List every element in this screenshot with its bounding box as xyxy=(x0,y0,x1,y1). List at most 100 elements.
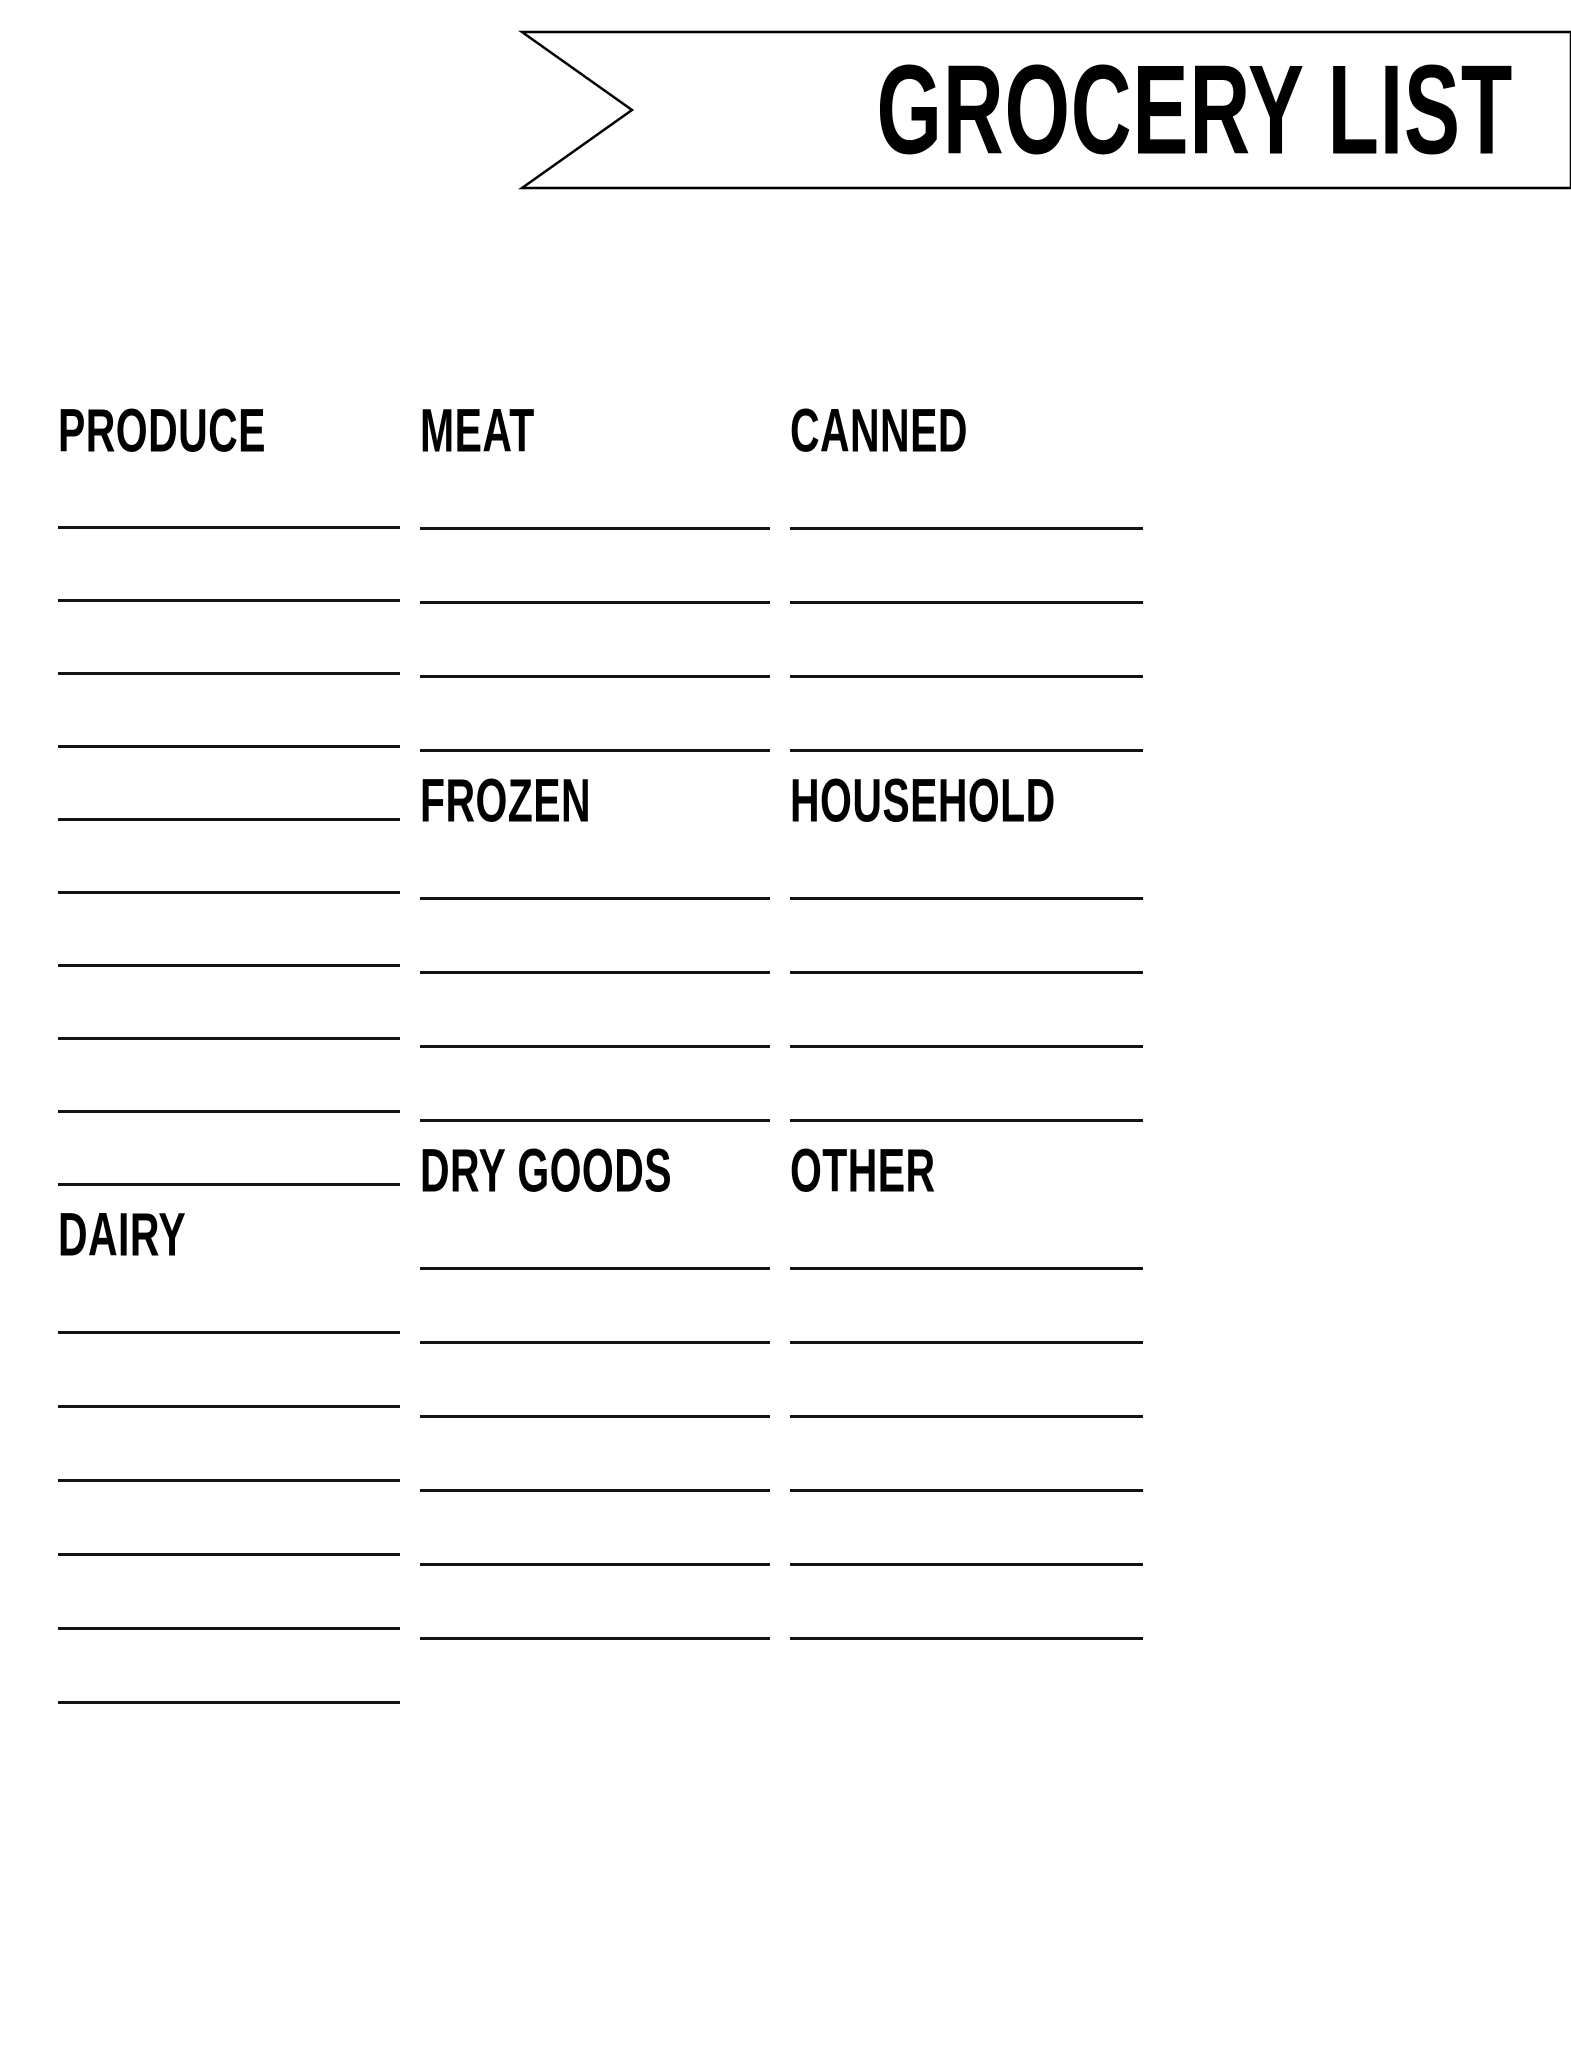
write-line-slot[interactable] xyxy=(790,1048,1143,1122)
write-line-slot[interactable] xyxy=(790,1270,1143,1344)
write-line[interactable] xyxy=(58,1405,400,1408)
write-line[interactable] xyxy=(58,526,400,529)
write-line-slot[interactable] xyxy=(790,604,1143,678)
write-line[interactable] xyxy=(420,527,770,530)
section-heading-dry-goods: DRY GOODS xyxy=(420,1136,673,1206)
write-line[interactable] xyxy=(58,818,400,821)
section-household: HOUSEHOLD xyxy=(790,752,1143,1122)
section-heading-frozen: FROZEN xyxy=(420,766,592,836)
write-line[interactable] xyxy=(58,672,400,675)
write-line-slot[interactable] xyxy=(58,1408,400,1482)
write-line[interactable] xyxy=(420,971,770,974)
write-line-slot[interactable] xyxy=(58,821,400,894)
write-line-slot[interactable] xyxy=(58,1113,400,1186)
write-line-slot[interactable] xyxy=(420,1566,770,1640)
write-line[interactable] xyxy=(420,1045,770,1048)
write-line-slot[interactable] xyxy=(58,456,400,529)
column-meat-frozen-drygoods: MEAT FROZEN DRY GOODS xyxy=(420,382,770,2048)
write-line-slot[interactable] xyxy=(790,1566,1143,1640)
write-line-slot[interactable] xyxy=(58,529,400,602)
write-line[interactable] xyxy=(420,1563,770,1566)
write-line-slot[interactable] xyxy=(420,1196,770,1270)
write-line-slot[interactable] xyxy=(790,900,1143,974)
write-line-slot[interactable] xyxy=(790,1344,1143,1418)
write-line[interactable] xyxy=(420,1267,770,1270)
write-line[interactable] xyxy=(790,1045,1143,1048)
write-line[interactable] xyxy=(420,1489,770,1492)
write-line-slot[interactable] xyxy=(420,900,770,974)
write-line[interactable] xyxy=(790,1563,1143,1566)
section-dairy-title-block: DAIRY xyxy=(58,1186,400,1266)
write-line[interactable] xyxy=(420,1341,770,1344)
write-line[interactable] xyxy=(790,1637,1143,1640)
write-line-slot[interactable] xyxy=(790,1196,1143,1270)
write-line[interactable] xyxy=(420,675,770,678)
section-dry-goods-title-block: DRY GOODS xyxy=(420,1122,770,1202)
section-heading-canned: CANNED xyxy=(790,396,968,466)
write-line[interactable] xyxy=(790,1341,1143,1344)
write-line-slot[interactable] xyxy=(58,1040,400,1113)
write-line-slot[interactable] xyxy=(790,1418,1143,1492)
section-heading-dairy: DAIRY xyxy=(58,1200,187,1270)
write-line-slot[interactable] xyxy=(58,748,400,821)
write-line-slot[interactable] xyxy=(420,1492,770,1566)
write-line[interactable] xyxy=(790,971,1143,974)
write-line[interactable] xyxy=(790,1489,1143,1492)
write-line[interactable] xyxy=(790,897,1143,900)
write-line[interactable] xyxy=(58,964,400,967)
write-line[interactable] xyxy=(58,1331,400,1334)
write-line[interactable] xyxy=(420,601,770,604)
write-line[interactable] xyxy=(790,675,1143,678)
write-line[interactable] xyxy=(58,745,400,748)
write-line-slot[interactable] xyxy=(420,1418,770,1492)
write-line-slot[interactable] xyxy=(420,1344,770,1418)
write-line-slot[interactable] xyxy=(790,678,1143,752)
write-line[interactable] xyxy=(790,601,1143,604)
write-line[interactable] xyxy=(58,1479,400,1482)
write-line[interactable] xyxy=(58,891,400,894)
write-line[interactable] xyxy=(790,1415,1143,1418)
write-line[interactable] xyxy=(790,1267,1143,1270)
write-line[interactable] xyxy=(420,1415,770,1418)
write-line[interactable] xyxy=(58,1627,400,1630)
write-line-slot[interactable] xyxy=(58,894,400,967)
write-line[interactable] xyxy=(790,527,1143,530)
write-line-slot[interactable] xyxy=(790,530,1143,604)
write-line-slot[interactable] xyxy=(790,456,1143,530)
write-line[interactable] xyxy=(58,1701,400,1704)
write-line-slot[interactable] xyxy=(58,1630,400,1704)
write-line-slot[interactable] xyxy=(58,1334,400,1408)
grocery-list-page: GROCERY LIST PRODUCE DAIRY MEAT FROZEN D… xyxy=(0,0,1571,2048)
write-line-slot[interactable] xyxy=(420,530,770,604)
write-line-slot[interactable] xyxy=(790,974,1143,1048)
column-produce-dairy: PRODUCE DAIRY xyxy=(58,382,400,2048)
write-line[interactable] xyxy=(58,1037,400,1040)
write-line-slot[interactable] xyxy=(58,602,400,675)
write-line[interactable] xyxy=(58,599,400,602)
write-line-slot[interactable] xyxy=(420,456,770,530)
write-line[interactable] xyxy=(58,1110,400,1113)
write-line-slot[interactable] xyxy=(58,1482,400,1556)
write-line-slot[interactable] xyxy=(420,1048,770,1122)
write-line-slot[interactable] xyxy=(790,826,1143,900)
write-line-slot[interactable] xyxy=(58,675,400,748)
write-line-slot[interactable] xyxy=(420,974,770,1048)
write-line-slot[interactable] xyxy=(58,1556,400,1630)
section-other-title-block: OTHER xyxy=(790,1122,1143,1202)
write-line[interactable] xyxy=(420,897,770,900)
section-heading-produce: PRODUCE xyxy=(58,396,266,466)
write-line-slot[interactable] xyxy=(420,1270,770,1344)
write-line-slot[interactable] xyxy=(58,1260,400,1334)
section-dry-goods: DRY GOODS xyxy=(420,1122,770,1640)
write-line-slot[interactable] xyxy=(58,967,400,1040)
write-line[interactable] xyxy=(58,1553,400,1556)
write-line-slot[interactable] xyxy=(420,604,770,678)
write-line[interactable] xyxy=(420,1637,770,1640)
section-frozen-title-block: FROZEN xyxy=(420,752,770,832)
write-line-slot[interactable] xyxy=(420,826,770,900)
section-heading-meat: MEAT xyxy=(420,396,535,466)
write-line-slot[interactable] xyxy=(790,1492,1143,1566)
column-canned-household-other: CANNED HOUSEHOLD OTHER xyxy=(790,382,1143,2048)
write-line-slot[interactable] xyxy=(420,678,770,752)
section-dairy: DAIRY xyxy=(58,1186,400,1704)
